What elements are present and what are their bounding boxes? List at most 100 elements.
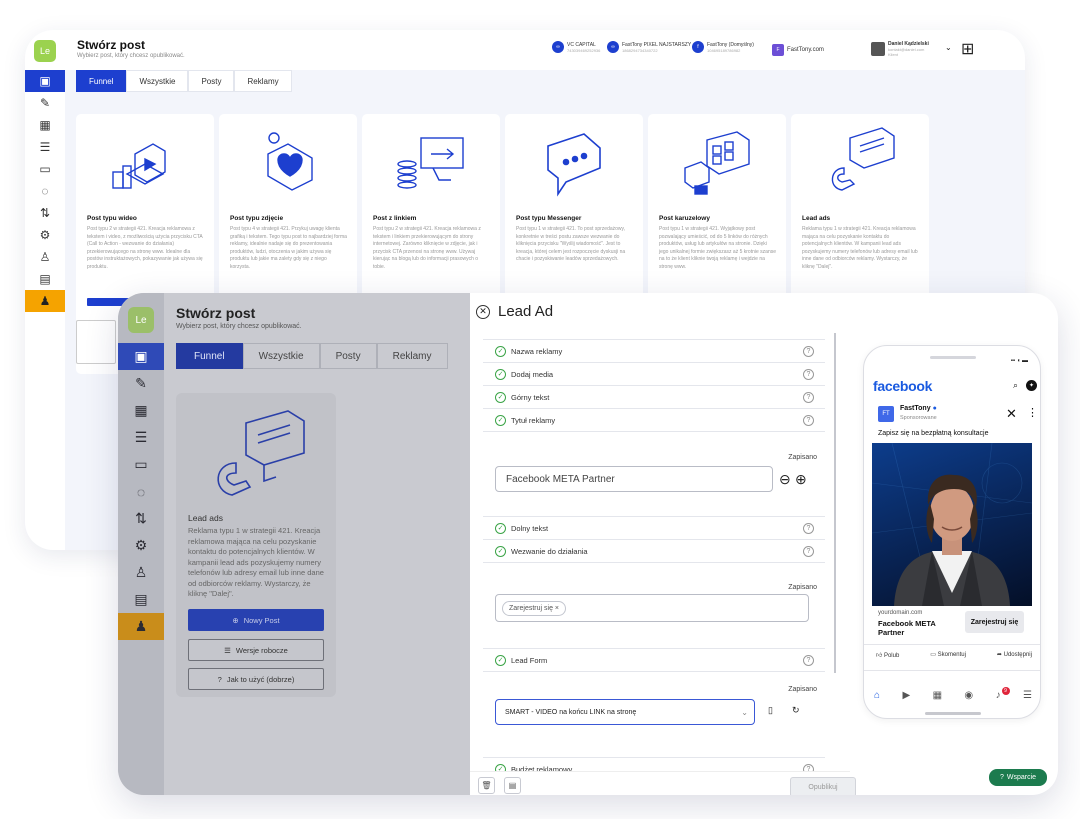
tab-posts[interactable]: Posty xyxy=(188,70,235,92)
chevron-down-icon[interactable]: ⌄ xyxy=(945,43,952,52)
card-description: Post typu 1 w strategii 421. To post spr… xyxy=(516,226,626,262)
account-id: 1868294734340722 xyxy=(622,47,658,53)
sidebar-item-comments[interactable]: ▭ xyxy=(25,158,65,180)
tab-ads[interactable]: Reklamy xyxy=(234,70,292,92)
sidebar-item-user[interactable]: ♙ xyxy=(118,559,164,586)
sidebar-item-team[interactable]: ♟ xyxy=(25,290,65,312)
tab-all[interactable]: Wszystkie xyxy=(242,343,320,369)
sidebar-item-sort[interactable]: ⇅ xyxy=(25,202,65,224)
help-icon[interactable]: ? xyxy=(803,368,814,380)
scrollbar[interactable] xyxy=(834,333,836,673)
refresh-icon[interactable]: ↻ xyxy=(792,705,800,716)
video-icon: ▶ xyxy=(902,690,911,701)
section-label: Tytuł reklamy xyxy=(511,415,556,425)
tab-ads[interactable]: Reklamy xyxy=(376,343,448,369)
sidebar-item-calendar[interactable]: ▦ xyxy=(25,114,65,136)
section-top-text[interactable]: ✓ Górny tekst ? xyxy=(483,385,825,408)
lead-form-select[interactable]: SMART - VIDEO na końcu LINK na stronę ⌄ xyxy=(495,699,755,725)
publish-button[interactable]: Opublikuj xyxy=(790,777,856,795)
tab-funnel[interactable]: Funnel xyxy=(76,70,127,92)
section-ad-title[interactable]: ✓ Tytuł reklamy ? xyxy=(483,408,825,431)
section-lead-form[interactable]: ✓ Lead Form ? xyxy=(483,648,825,671)
account-name: FastTony (Domyślny) xyxy=(707,41,754,48)
sidebar-item-create-post[interactable]: ▣ xyxy=(118,343,164,370)
tabs: Funnel Wszystkie Posty Reklamy xyxy=(176,343,448,369)
button-label: Jak to użyć (dobrze) xyxy=(226,674,295,684)
saved-status: Zapisano xyxy=(788,454,817,461)
gear-icon: ⚙ xyxy=(39,228,51,242)
sidebar-item-user[interactable]: ♙ xyxy=(25,246,65,268)
cta-chip[interactable]: Zarejestruj się × xyxy=(502,600,567,616)
lead-ad-editor-window: Le ▣ ✎ ▦ ☰ ▭ ◌ ⇅ ⚙ ♙ ▤ ♟ Stwórz post Wyb… xyxy=(118,293,1058,795)
edit-icon: ✎ xyxy=(135,375,147,391)
sidebar-item-edit[interactable]: ✎ xyxy=(25,92,65,114)
drafts-button-partial[interactable] xyxy=(76,320,116,364)
sidebar-item-sort[interactable]: ⇅ xyxy=(118,505,164,532)
section-label: Wezwanie do działania xyxy=(511,546,588,556)
sort-icon: ⇅ xyxy=(135,510,147,526)
phone-notch xyxy=(930,356,976,359)
tabs: Funnel Wszystkie Posty Reklamy xyxy=(76,70,292,92)
card-title: Lead ads xyxy=(802,215,831,222)
app-logo[interactable]: Le xyxy=(128,307,154,333)
sidebar-item-team[interactable]: ♟ xyxy=(118,613,164,640)
sidebar-item-chats[interactable]: ◌ xyxy=(25,180,65,202)
account-switch-vc-capital[interactable]: ∞ VC CAPITAL 743039469252936 xyxy=(552,41,600,53)
lead-ads-card[interactable]: Lead ads Reklama typu 1 w strategii 421.… xyxy=(176,393,336,697)
trash-icon[interactable]: 🗑 xyxy=(478,777,495,794)
section-ad-name[interactable]: ✓ Nazwa reklamy ? xyxy=(483,339,825,362)
section-bottom-text[interactable]: ✓ Dolny tekst ? xyxy=(483,516,825,539)
drafts-button[interactable]: ☰ Wersje robocze xyxy=(188,639,324,661)
comment-icon: ▭ xyxy=(930,652,936,658)
account-switch-facebook-page[interactable]: f FastTony (Domyślny) 104695189786982 xyxy=(692,41,754,53)
cta-input[interactable]: Zarejestruj się × xyxy=(495,594,809,622)
help-icon[interactable]: ? xyxy=(803,414,814,426)
user-menu[interactable]: Daniel Kądzielski kontakt@daniel.com Klien… xyxy=(871,41,929,57)
chip-remove-icon[interactable]: × xyxy=(555,605,559,612)
help-icon[interactable]: ? xyxy=(803,545,814,557)
close-icon[interactable]: ✕ xyxy=(476,304,490,319)
card-description: Reklama typu 1 w strategii 421. Kreacja … xyxy=(802,226,918,270)
sidebar-item-briefcase[interactable]: ▤ xyxy=(118,586,164,613)
help-icon[interactable]: ? xyxy=(803,654,814,666)
post-actions: 👍︎ Polub ▭ Skomentuj ➦ Udostępnij xyxy=(876,651,1032,659)
new-post-button[interactable]: ⊕ Nowy Post xyxy=(188,609,324,631)
menu-icon: ☰ xyxy=(1022,690,1032,701)
tab-all[interactable]: Wszystkie xyxy=(126,70,189,92)
sidebar-item-list[interactable]: ☰ xyxy=(25,136,65,158)
plus-circle-icon[interactable]: ⊕ xyxy=(795,471,807,488)
sidebar-item-edit[interactable]: ✎ xyxy=(118,370,164,397)
section-label: Nazwa reklamy xyxy=(511,346,563,356)
support-button[interactable]: ? Wsparcie xyxy=(989,769,1047,786)
document-icon[interactable]: ▯ xyxy=(768,705,773,716)
sidebar-item-briefcase[interactable]: ▤ xyxy=(25,268,65,290)
how-to-button[interactable]: ? Jak to użyć (dobrze) xyxy=(188,668,324,690)
app-logo[interactable]: Le xyxy=(34,40,56,62)
card-description: Post typu 2 w strategii 421. Kreacja rek… xyxy=(87,226,203,270)
apps-grid-icon[interactable]: ⊞ xyxy=(961,39,974,59)
thumbs-up-icon: 👍︎ xyxy=(876,653,883,659)
help-icon[interactable]: ? xyxy=(803,391,814,403)
groups-icon: ◉ xyxy=(964,690,974,701)
sidebar-item-comments[interactable]: ▭ xyxy=(118,451,164,478)
sidebar-item-settings[interactable]: ⚙ xyxy=(118,532,164,559)
help-icon[interactable]: ? xyxy=(803,522,814,534)
tab-funnel[interactable]: Funnel xyxy=(176,343,243,369)
user-icon: ♙ xyxy=(39,250,51,264)
sidebar-item-chats[interactable]: ◌ xyxy=(118,478,164,505)
link-illustration xyxy=(397,137,464,189)
sidebar-item-calendar[interactable]: ▦ xyxy=(118,397,164,424)
ad-title-input[interactable]: Facebook META Partner xyxy=(495,466,773,492)
section-add-media[interactable]: ✓ Dodaj media ? xyxy=(483,362,825,385)
ad-preview-phone: ▪▪ ◖ ▬ facebook ⌕ ✦ FT FastTony ● Sponso… xyxy=(863,345,1041,719)
account-switch-pixel[interactable]: ∞ FastTony PIXEL NAJSTARSZY 1868294734340… xyxy=(607,41,691,53)
sidebar-item-settings[interactable]: ⚙ xyxy=(25,224,65,246)
account-switch-website[interactable]: F FastTony.com xyxy=(772,44,824,56)
minus-circle-icon[interactable]: ⊖ xyxy=(779,471,791,488)
section-call-to-action[interactable]: ✓ Wezwanie do działania ? xyxy=(483,539,825,562)
sidebar-item-list[interactable]: ☰ xyxy=(118,424,164,451)
save-draft-icon[interactable]: ▤ xyxy=(504,777,521,794)
sidebar-item-create-post[interactable]: ▣ xyxy=(25,70,65,92)
help-icon[interactable]: ? xyxy=(803,345,814,357)
tab-posts[interactable]: Posty xyxy=(319,343,377,369)
